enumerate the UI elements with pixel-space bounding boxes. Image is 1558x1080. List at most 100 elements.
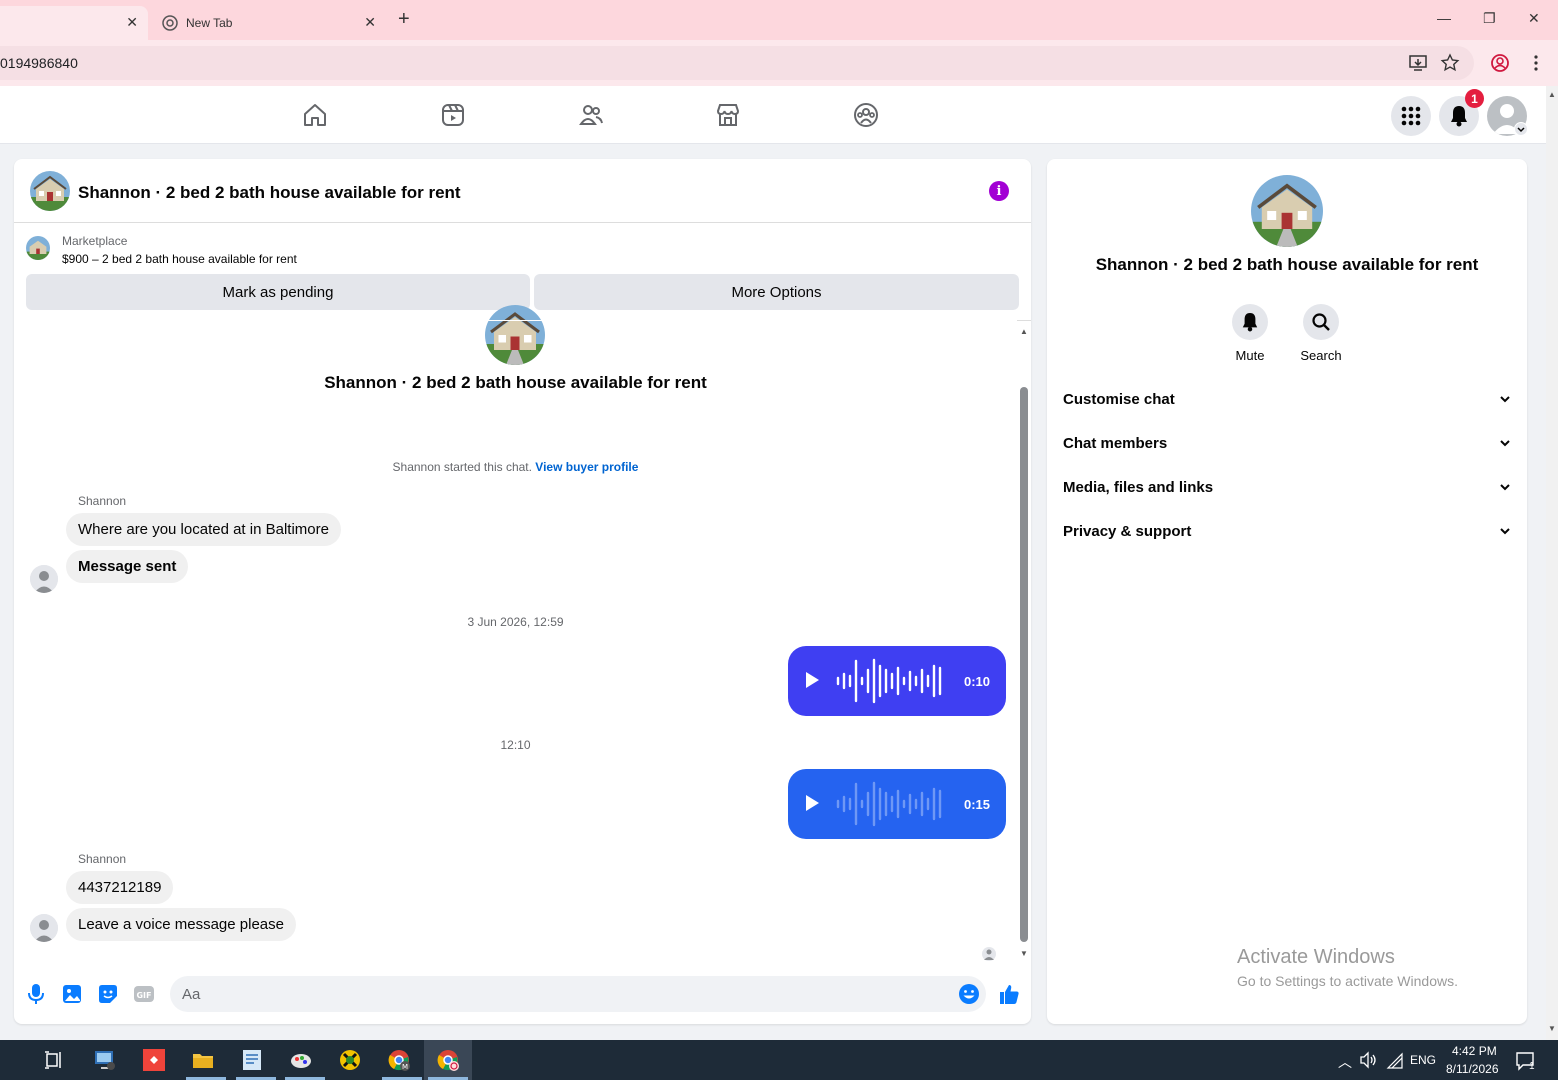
incoming-message[interactable]: Where are you located at in Baltimore bbox=[66, 513, 341, 546]
chat-title[interactable]: Shannon · 2 bed 2 bath house available f… bbox=[78, 183, 461, 203]
marketplace-icon[interactable] bbox=[715, 102, 741, 128]
notepad-icon[interactable] bbox=[240, 1048, 264, 1072]
started-text: Shannon started this chat. bbox=[392, 460, 536, 474]
close-tab-icon[interactable]: ✕ bbox=[364, 14, 376, 31]
app-icon[interactable] bbox=[338, 1048, 362, 1072]
privacy-support-section[interactable]: Privacy & support bbox=[1063, 523, 1511, 547]
bell-icon bbox=[1451, 106, 1467, 127]
network-icon[interactable] bbox=[1386, 1052, 1404, 1070]
mute-button[interactable]: Mute bbox=[1210, 304, 1290, 363]
task-view-icon[interactable] bbox=[42, 1048, 66, 1072]
intro-mask bbox=[14, 320, 1017, 321]
search-label: Search bbox=[1300, 348, 1342, 363]
page-scrollbar[interactable]: ▲ ▼ bbox=[1546, 86, 1558, 1040]
browser-tabbar: ✕ New Tab ✕ + — ❐ ✕ bbox=[0, 0, 1558, 40]
house-thumbnail-icon bbox=[26, 236, 50, 260]
close-window-icon[interactable]: ✕ bbox=[1528, 10, 1540, 27]
profile-icon[interactable] bbox=[1490, 53, 1510, 73]
chevron-down-icon bbox=[1500, 528, 1510, 535]
scroll-up-arrow-icon[interactable]: ▲ bbox=[1020, 327, 1028, 336]
chrome-active-icon[interactable] bbox=[436, 1048, 460, 1072]
install-app-icon[interactable] bbox=[1408, 53, 1428, 73]
volume-icon[interactable] bbox=[1358, 1050, 1378, 1070]
search-button[interactable]: Search bbox=[1281, 304, 1361, 363]
language-indicator[interactable]: ENG bbox=[1410, 1053, 1436, 1067]
thumbs-up-icon[interactable] bbox=[998, 983, 1020, 1005]
chat-members-section[interactable]: Chat members bbox=[1063, 435, 1511, 459]
video-icon[interactable] bbox=[440, 102, 466, 128]
message-composer: GIF bbox=[14, 969, 1031, 1024]
voice-message[interactable]: 0:15 bbox=[788, 769, 1006, 839]
photo-icon[interactable] bbox=[61, 983, 83, 1005]
friends-icon[interactable] bbox=[578, 102, 604, 128]
bell-icon bbox=[1242, 313, 1258, 332]
svg-text:M: M bbox=[402, 1063, 408, 1071]
clock-time[interactable]: 4:42 PM bbox=[1452, 1044, 1497, 1058]
chat-scroll-thumb[interactable] bbox=[1020, 387, 1028, 942]
minimize-icon[interactable]: — bbox=[1437, 10, 1451, 26]
browser-tab-active[interactable]: ✕ bbox=[0, 6, 148, 40]
section-label: Privacy & support bbox=[1063, 523, 1192, 540]
play-icon[interactable] bbox=[806, 795, 819, 811]
mark-as-pending-button[interactable]: Mark as pending bbox=[26, 274, 530, 310]
voice-message[interactable]: 0:10 bbox=[788, 646, 1006, 716]
paint-icon[interactable] bbox=[289, 1048, 313, 1072]
chevron-down-icon bbox=[1500, 484, 1510, 491]
info-avatar[interactable] bbox=[1251, 175, 1323, 247]
chevron-down-icon bbox=[1500, 396, 1510, 403]
play-icon[interactable] bbox=[806, 672, 819, 688]
anydesk-icon[interactable] bbox=[142, 1048, 166, 1072]
incoming-message[interactable]: Leave a voice message please bbox=[66, 908, 296, 941]
browser-toolbar: 0194986840 bbox=[0, 40, 1558, 86]
sender-avatar[interactable] bbox=[30, 565, 58, 593]
groups-icon[interactable] bbox=[853, 102, 879, 128]
intro-avatar bbox=[485, 305, 545, 365]
message-input[interactable] bbox=[170, 976, 986, 1012]
chat-info-panel: Shannon · 2 bed 2 bath house available f… bbox=[1047, 159, 1527, 1024]
media-files-links-section[interactable]: Media, files and links bbox=[1063, 479, 1511, 503]
marketplace-label: Marketplace bbox=[62, 234, 128, 248]
scroll-down-arrow-icon[interactable]: ▼ bbox=[1020, 949, 1028, 958]
info-icon[interactable]: i bbox=[989, 181, 1009, 201]
chrome-profile-icon[interactable]: M bbox=[387, 1048, 411, 1072]
restore-icon[interactable]: ❐ bbox=[1483, 10, 1496, 27]
file-explorer-icon[interactable] bbox=[191, 1048, 215, 1072]
menu-dots-icon[interactable] bbox=[1526, 53, 1546, 73]
close-tab-icon[interactable]: ✕ bbox=[126, 14, 138, 31]
customise-chat-section[interactable]: Customise chat bbox=[1063, 391, 1511, 415]
listing-avatar[interactable] bbox=[30, 171, 70, 211]
menu-grid-button[interactable] bbox=[1391, 96, 1431, 136]
remote-desktop-icon[interactable] bbox=[93, 1048, 117, 1072]
incoming-message[interactable]: 4437212189 bbox=[66, 871, 174, 904]
show-hidden-icons-icon[interactable]: ︿ bbox=[1338, 1052, 1352, 1072]
chat-scrollbar[interactable]: ▲ ▼ bbox=[1017, 327, 1031, 958]
listing-thumbnail[interactable] bbox=[26, 236, 50, 260]
avatar-placeholder-icon bbox=[30, 914, 58, 942]
account-chevron-icon[interactable] bbox=[1514, 122, 1528, 136]
browser-tab-newtab[interactable]: New Tab ✕ bbox=[152, 6, 386, 40]
scroll-up-arrow-icon[interactable]: ▲ bbox=[1548, 90, 1556, 99]
more-options-button[interactable]: More Options bbox=[534, 274, 1019, 310]
voice-duration: 0:10 bbox=[964, 674, 991, 689]
clock-date[interactable]: 8/11/2026 bbox=[1446, 1062, 1499, 1076]
sticker-icon[interactable] bbox=[97, 983, 119, 1005]
scroll-down-arrow-icon[interactable]: ▼ bbox=[1548, 1024, 1556, 1033]
microphone-icon[interactable] bbox=[25, 983, 47, 1005]
waveform-icon bbox=[836, 781, 942, 827]
sender-avatar[interactable] bbox=[30, 914, 58, 942]
new-tab-button[interactable]: + bbox=[398, 8, 410, 31]
address-bar[interactable]: 0194986840 bbox=[0, 46, 1474, 80]
emoji-icon[interactable] bbox=[958, 983, 980, 1005]
activate-windows-watermark: Activate Windows Go to Settings to activ… bbox=[1237, 946, 1458, 989]
home-icon[interactable] bbox=[302, 102, 328, 128]
listing-title[interactable]: $900 – 2 bed 2 bath house available for … bbox=[62, 252, 297, 266]
incoming-message[interactable]: Message sent bbox=[66, 550, 189, 583]
house-thumbnail-icon bbox=[485, 305, 545, 365]
svg-text:GIF: GIF bbox=[136, 991, 151, 1000]
view-buyer-profile-link[interactable]: View buyer profile bbox=[535, 460, 638, 474]
gif-icon[interactable]: GIF bbox=[133, 983, 155, 1005]
house-thumbnail-icon bbox=[30, 171, 70, 211]
bookmark-star-icon[interactable] bbox=[1440, 53, 1460, 73]
section-label: Media, files and links bbox=[1063, 479, 1214, 496]
section-label: Chat members bbox=[1063, 435, 1168, 452]
